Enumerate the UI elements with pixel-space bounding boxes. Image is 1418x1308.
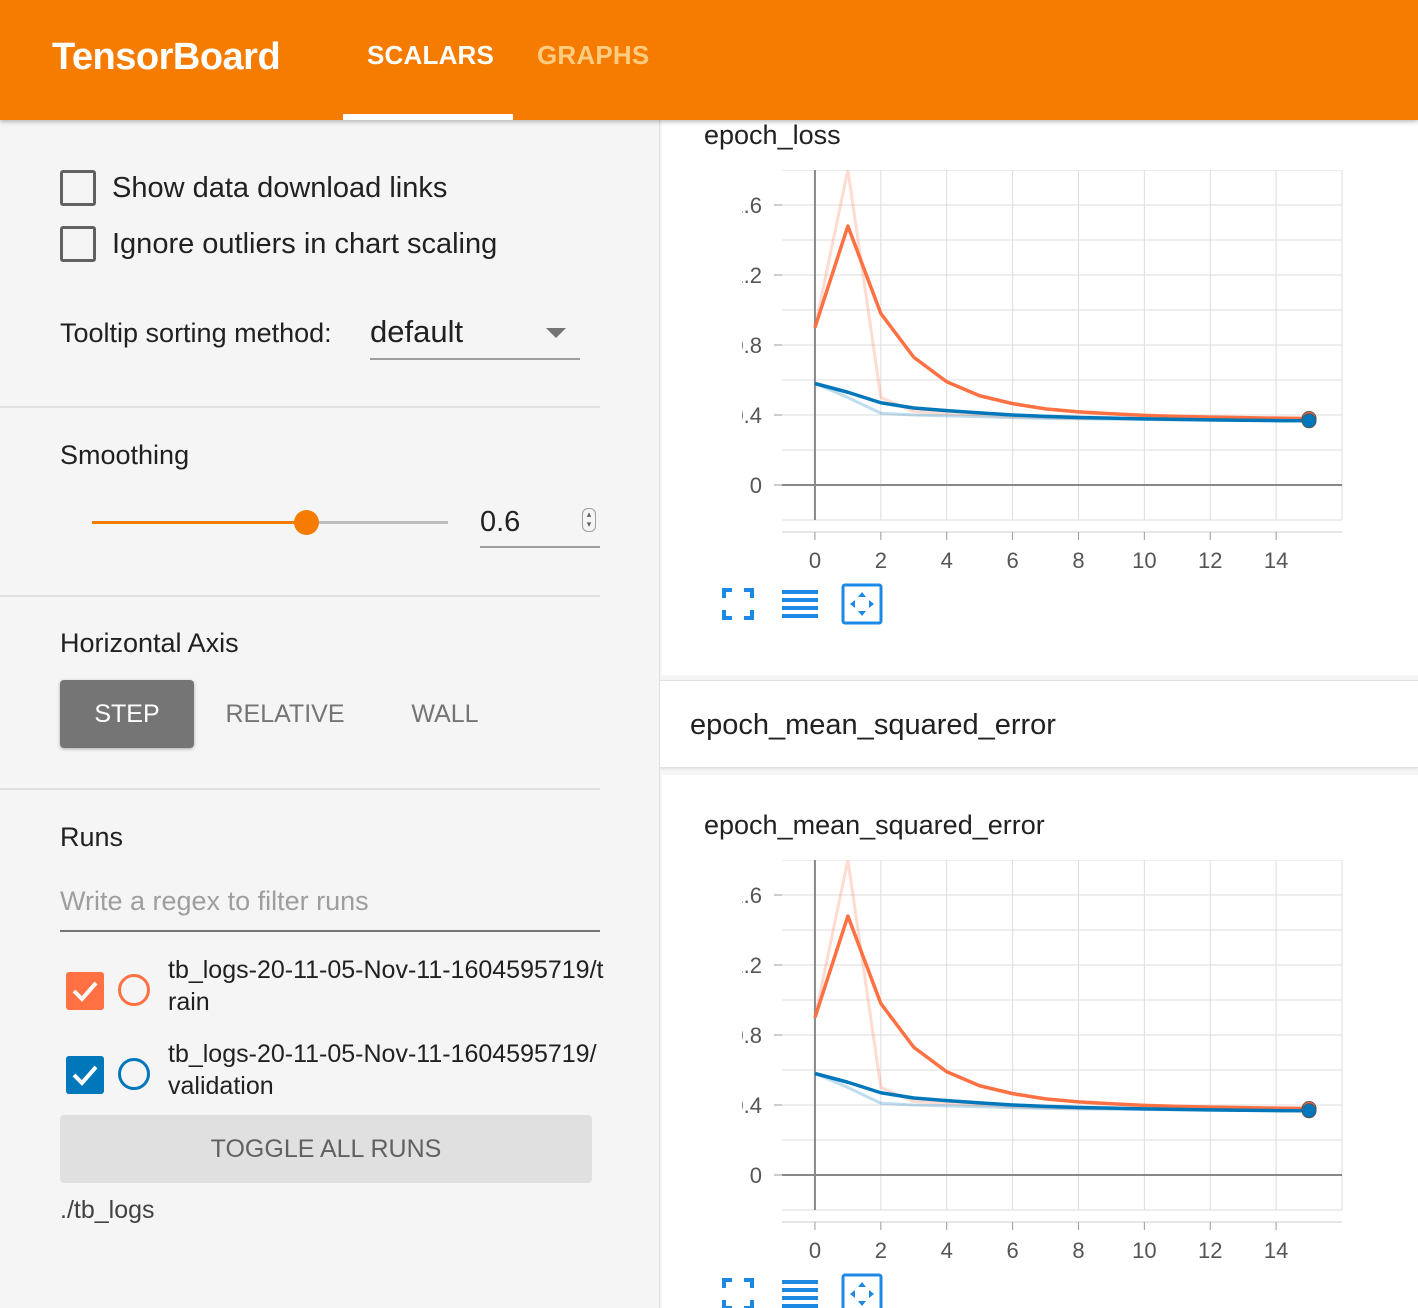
series-raw-line	[813, 170, 1310, 422]
x-tick-label: 2	[875, 548, 887, 570]
series-endpoint-marker	[1301, 413, 1317, 429]
run-name: tb_logs-20-11-05-Nov-11-1604595719/valid…	[168, 1040, 597, 1100]
smoothing-input[interactable]: 0.6 ▴ ▾	[480, 500, 600, 548]
top-app-bar: TensorBoard SCALARS GRAPHS	[0, 0, 1418, 120]
y-tick-label: 1.2	[742, 953, 762, 978]
chart-epoch-mean-squared-error[interactable]: 0 0.4 0.8 1.2 1.6 0 2 4 6 8 10 12 14	[742, 860, 1382, 1260]
section-title: epoch_mean_squared_error	[690, 709, 1056, 741]
chevron-down-icon	[546, 328, 566, 338]
spinner-icon[interactable]: ▴ ▾	[582, 508, 596, 532]
app-brand: TensorBoard	[52, 36, 281, 78]
show-download-links-checkbox[interactable]: Show data download links	[60, 170, 447, 206]
tab-graphs[interactable]: GRAPHS	[537, 40, 649, 71]
checkbox-box[interactable]	[60, 170, 96, 206]
x-tick-label: 8	[1072, 1238, 1084, 1260]
fit-domain-icon[interactable]	[840, 582, 884, 626]
y-tick-label: 0.8	[742, 333, 762, 358]
tab-scalars[interactable]: SCALARS	[367, 40, 494, 71]
chart-card-epoch-loss: epoch_loss 0 0.4 0.8 1.2 1.6 0 2 4 6 8 10 12 14	[662, 120, 1418, 675]
series-smoothed-line	[813, 914, 1310, 1111]
run-name: tb_logs-20-11-05-Nov-11-1604595719/train	[168, 956, 604, 1016]
checkbox-label: Ignore outliers in chart scaling	[112, 227, 498, 260]
y-tick-label: 0	[750, 1163, 762, 1188]
x-tick-label: 2	[875, 1238, 887, 1260]
fit-domain-icon[interactable]	[840, 1272, 884, 1308]
series-smoothed-line	[813, 224, 1310, 421]
chart-toolbar	[716, 582, 916, 626]
chart-title: epoch_loss	[704, 120, 841, 150]
run-checkbox[interactable]	[66, 1056, 104, 1094]
run-color-radio[interactable]	[118, 1058, 150, 1090]
x-tick-label: 14	[1264, 548, 1288, 570]
axis-step-button[interactable]: STEP	[60, 680, 194, 748]
x-tick-label: 6	[1006, 1238, 1018, 1260]
x-tick-label: 4	[941, 548, 953, 570]
horizontal-axis-label: Horizontal Axis	[60, 628, 239, 658]
x-tick-label: 0	[809, 1238, 821, 1260]
series-endpoint-marker	[1301, 1103, 1317, 1119]
log-directory: ./tb_logs	[60, 1196, 155, 1224]
axis-wall-button[interactable]: WALL	[380, 680, 510, 748]
x-tick-label: 8	[1072, 548, 1084, 570]
toggle-all-runs-button[interactable]: TOGGLE ALL RUNS	[60, 1115, 592, 1183]
x-tick-label: 12	[1198, 548, 1222, 570]
checkbox-label: Show data download links	[112, 171, 448, 204]
x-tick-label: 10	[1132, 548, 1156, 570]
checkbox-box[interactable]	[60, 226, 96, 262]
ignore-outliers-checkbox[interactable]: Ignore outliers in chart scaling	[60, 226, 497, 262]
smoothing-label: Smoothing	[60, 440, 190, 470]
smoothing-slider-fill	[92, 521, 306, 524]
x-tick-label: 4	[941, 1238, 953, 1260]
run-checkbox[interactable]	[66, 972, 104, 1010]
x-tick-label: 14	[1264, 1238, 1288, 1260]
sidebar: Show data download links Ignore outliers…	[0, 120, 660, 1308]
fit-screen-icon[interactable]	[716, 582, 760, 626]
check-icon	[72, 981, 98, 1002]
section-header[interactable]: epoch_mean_squared_error	[660, 680, 1418, 768]
chart-card-epoch-mse: epoch_mean_squared_error 0 0.4 0.8 1.2 1.6 0 2…	[662, 775, 1418, 1308]
tooltip-sorting-label: Tooltip sorting method:	[60, 318, 332, 348]
x-tick-label: 10	[1132, 1238, 1156, 1260]
chart-toolbar	[716, 1272, 916, 1308]
check-icon	[72, 1065, 98, 1086]
y-tick-label: 0.8	[742, 1023, 762, 1048]
chart-title: epoch_mean_squared_error	[704, 810, 1045, 840]
y-tick-label: 0.4	[742, 403, 762, 428]
smoothing-slider-thumb[interactable]	[293, 510, 319, 535]
axis-relative-button[interactable]: RELATIVE	[210, 680, 360, 748]
toggle-log-icon[interactable]	[778, 582, 822, 626]
tooltip-sorting-value: default	[370, 314, 464, 349]
x-tick-label: 6	[1006, 548, 1018, 570]
run-filter-input[interactable]: Write a regex to filter runs	[60, 880, 600, 932]
runs-label: Runs	[60, 822, 124, 852]
chart-epoch-loss[interactable]: 0 0.4 0.8 1.2 1.6 0 2 4 6 8 10 12 14	[742, 170, 1382, 570]
main-panel: epoch_loss 0 0.4 0.8 1.2 1.6 0 2 4 6 8 10 12 14 epoc…	[660, 120, 1418, 1308]
series-raw-line	[813, 860, 1310, 1112]
fit-screen-icon[interactable]	[716, 1272, 760, 1308]
active-tab-indicator	[343, 114, 513, 120]
y-tick-label: 1.6	[742, 193, 762, 218]
smoothing-value: 0.6	[480, 506, 521, 538]
smoothing-slider[interactable]	[92, 510, 448, 535]
y-tick-label: 1.2	[742, 263, 762, 288]
tooltip-sorting-dropdown[interactable]: default	[370, 310, 580, 360]
toggle-log-icon[interactable]	[778, 1272, 822, 1308]
x-tick-label: 12	[1198, 1238, 1222, 1260]
divider	[0, 788, 600, 790]
y-tick-label: 1.6	[742, 883, 762, 908]
divider	[0, 595, 600, 597]
y-tick-label: 0	[750, 473, 762, 498]
x-tick-label: 0	[809, 548, 821, 570]
run-color-radio[interactable]	[118, 974, 150, 1006]
y-tick-label: 0.4	[742, 1093, 762, 1118]
divider	[0, 406, 600, 408]
